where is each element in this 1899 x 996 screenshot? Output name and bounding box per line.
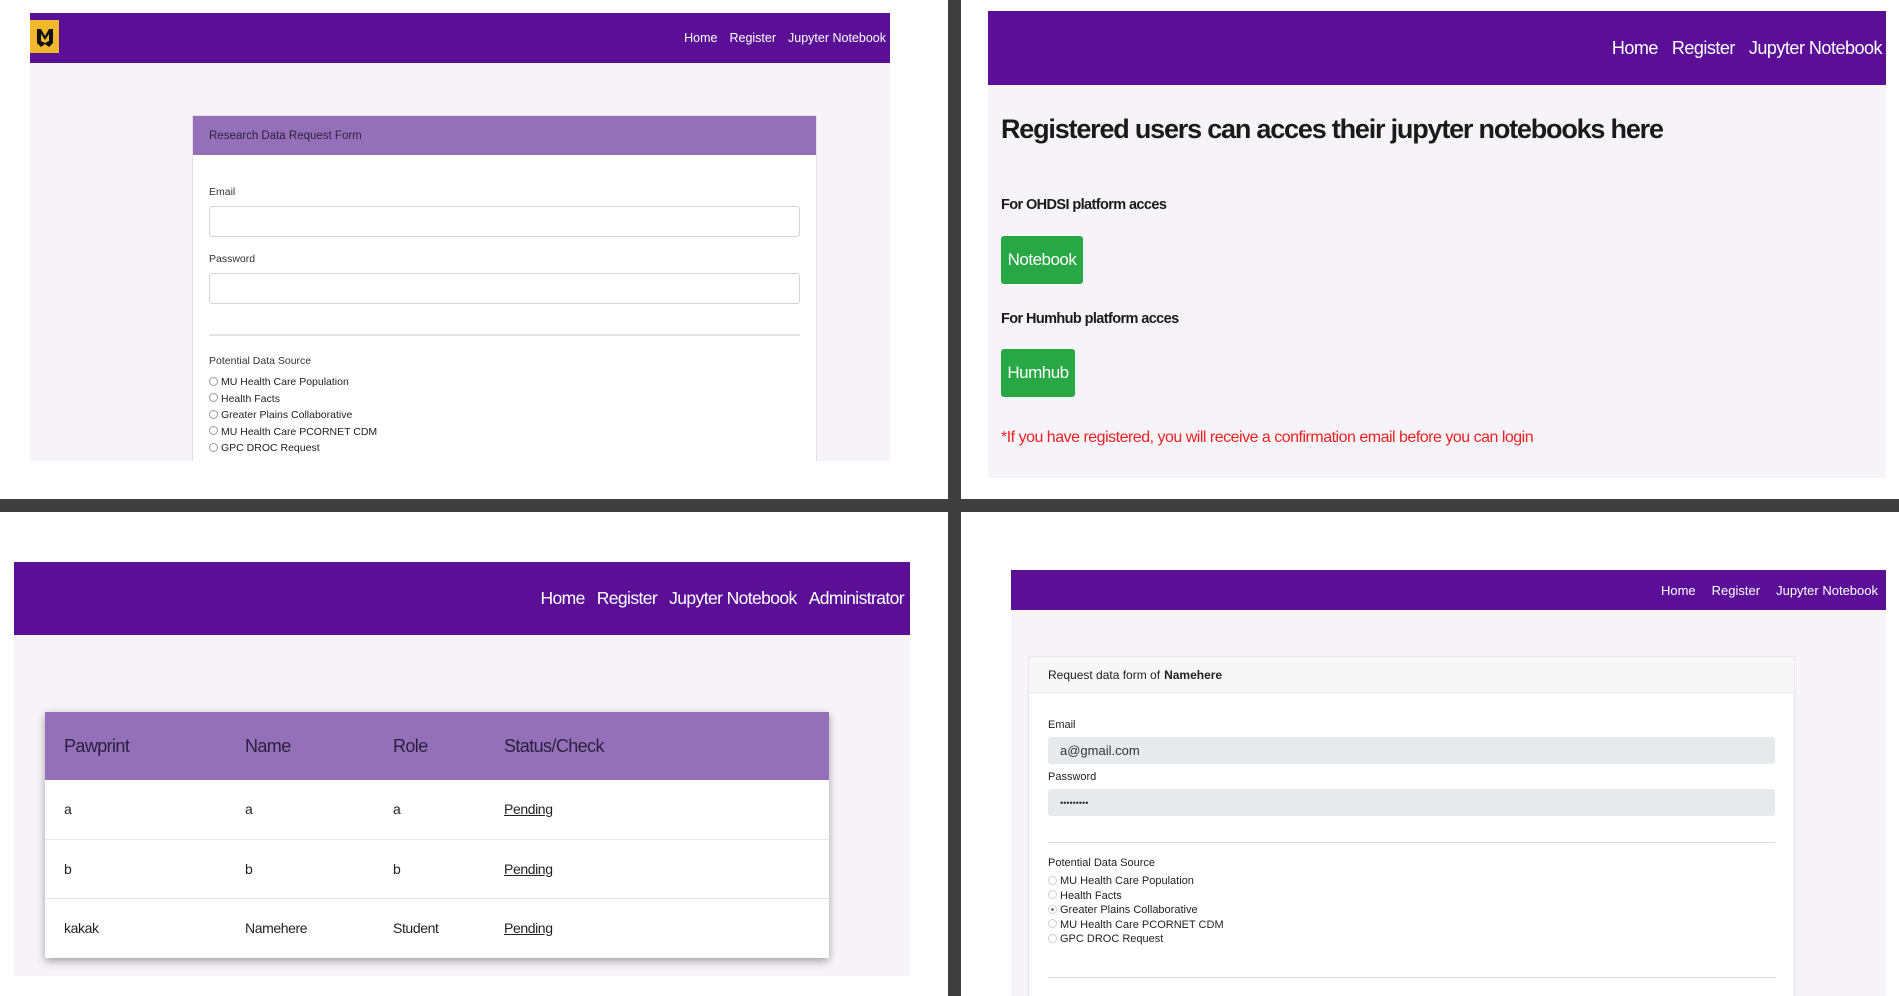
source-options: MU Health Care Population Health Facts G… <box>209 374 800 457</box>
navbar: Home Register Jupyter Notebook <box>988 11 1886 85</box>
humhub-label: For Humhub platform acces <box>1001 311 1179 327</box>
column-header-status[interactable]: Status/Check <box>504 712 829 780</box>
cell-role: Student <box>393 919 439 936</box>
cell-name: Namehere <box>245 919 308 936</box>
nav-home[interactable]: Home <box>684 31 717 45</box>
card-header: Research Data Request Form <box>193 116 816 155</box>
email-field[interactable]: a@gmail.com <box>1048 737 1775 764</box>
email-label: Email <box>209 186 236 198</box>
status-pending-link[interactable]: Pending <box>504 861 553 877</box>
panel-research-form: Home Register Jupyter Notebook Research … <box>30 13 890 461</box>
source-label: Potential Data Source <box>1048 857 1156 869</box>
nav-register[interactable]: Register <box>597 588 658 609</box>
panel-admin-users: Home Register Jupyter Notebook Administr… <box>14 562 910 976</box>
source-option[interactable]: MU Health Care Population <box>209 374 800 391</box>
section-divider <box>209 334 800 336</box>
cell-pawprint: a <box>64 801 72 818</box>
source-label: Potential Data Source <box>209 355 312 367</box>
nav-administrator[interactable]: Administrator <box>809 588 905 609</box>
nav-home[interactable]: Home <box>540 588 585 609</box>
card-header: Request data form of Namehere <box>1029 657 1794 693</box>
radio-icon[interactable] <box>1048 890 1057 900</box>
column-header-role[interactable]: Role <box>393 712 504 780</box>
navbar: Home Register Jupyter Notebook <box>1011 570 1886 610</box>
navbar: Home Register Jupyter Notebook <box>30 13 890 63</box>
ohdsi-label: For OHDSI platform acces <box>1001 197 1167 213</box>
request-form-card: Request data form of Namehere Email a@gm… <box>1028 656 1795 996</box>
vertical-divider <box>948 0 961 996</box>
confirmation-notice: *If you have registered, you will receiv… <box>1001 429 1534 446</box>
users-table-card: Pawprint Name Role Status/Check a a a Pe… <box>45 712 829 958</box>
radio-icon[interactable] <box>209 442 218 452</box>
table-row: b b b Pending <box>45 839 829 898</box>
source-option[interactable]: Greater Plains Collaborative <box>209 407 800 424</box>
radio-icon[interactable] <box>1048 933 1057 943</box>
source-option[interactable]: Health Facts <box>1048 889 1775 904</box>
cell-role: a <box>393 801 401 818</box>
radio-icon[interactable] <box>209 426 218 436</box>
source-options: MU Health Care Population Health Facts G… <box>1048 874 1775 947</box>
source-option[interactable]: MU Health Care Population <box>1048 874 1775 889</box>
nav-jupyter-notebook[interactable]: Jupyter Notebook <box>788 31 886 45</box>
humhub-button[interactable]: Humhub <box>1001 349 1075 397</box>
source-option[interactable]: MU Health Care PCORNET CDM <box>209 424 800 441</box>
radio-checked-icon[interactable] <box>1048 904 1057 914</box>
cell-pawprint: kakak <box>64 919 99 936</box>
nav-jupyter-notebook[interactable]: Jupyter Notebook <box>1776 583 1878 598</box>
email-field[interactable] <box>209 206 800 237</box>
form-title: Research Data Request Form <box>209 129 362 142</box>
table-row: a a a Pending <box>45 780 829 839</box>
column-header-pawprint[interactable]: Pawprint <box>45 712 245 780</box>
source-option[interactable]: Health Facts <box>209 391 800 408</box>
cell-pawprint: b <box>64 860 72 877</box>
mu-tiger-logo-icon[interactable] <box>30 20 59 53</box>
email-value: a@gmail.com <box>1060 743 1140 758</box>
panel-jupyter-access: Home Register Jupyter Notebook Registere… <box>988 11 1886 478</box>
source-option[interactable]: MU Health Care PCORNET CDM <box>1048 918 1775 933</box>
radio-icon[interactable] <box>1048 919 1057 929</box>
nav-home[interactable]: Home <box>1612 38 1659 59</box>
password-label: Password <box>1048 771 1097 783</box>
password-label: Password <box>209 253 256 265</box>
panel-request-form-filled: Home Register Jupyter Notebook Request d… <box>1011 570 1886 996</box>
section-divider <box>1048 842 1775 843</box>
radio-icon[interactable] <box>209 376 218 386</box>
form-title-prefix: Request data form of <box>1048 667 1161 682</box>
radio-icon[interactable] <box>209 409 218 419</box>
horizontal-divider <box>0 499 1899 512</box>
cell-name: b <box>245 860 253 877</box>
email-label: Email <box>1048 719 1076 731</box>
radio-icon[interactable] <box>1048 875 1057 885</box>
nav-jupyter-notebook[interactable]: Jupyter Notebook <box>669 588 797 609</box>
cell-role: b <box>393 860 401 877</box>
cell-name: a <box>245 801 253 818</box>
research-form-card: Research Data Request Form Email Passwor… <box>192 115 817 461</box>
table-header-row: Pawprint Name Role Status/Check <box>45 712 829 780</box>
source-option[interactable]: GPC DROC Request <box>209 440 800 457</box>
source-option[interactable]: Greater Plains Collaborative <box>1048 903 1775 918</box>
form-title-name: Namehere <box>1164 667 1223 682</box>
nav-home[interactable]: Home <box>1661 583 1696 598</box>
section-divider-bottom <box>1048 976 1775 978</box>
password-value: ••••••••• <box>1060 797 1089 808</box>
column-header-name[interactable]: Name <box>245 712 393 780</box>
password-field[interactable] <box>209 273 800 304</box>
notebook-button[interactable]: Notebook <box>1001 236 1083 284</box>
radio-icon[interactable] <box>209 393 218 403</box>
status-pending-link[interactable]: Pending <box>504 920 553 936</box>
source-option[interactable]: GPC DROC Request <box>1048 932 1775 947</box>
status-pending-link[interactable]: Pending <box>504 801 553 817</box>
nav-jupyter-notebook[interactable]: Jupyter Notebook <box>1749 38 1883 59</box>
table-row: kakak Namehere Student Pending <box>45 898 829 957</box>
page-heading: Registered users can acces their jupyter… <box>1001 114 1664 144</box>
nav-register[interactable]: Register <box>729 31 776 45</box>
users-table: Pawprint Name Role Status/Check a a a Pe… <box>45 712 829 957</box>
password-field[interactable]: ••••••••• <box>1048 789 1775 816</box>
nav-register[interactable]: Register <box>1672 38 1736 59</box>
nav-register[interactable]: Register <box>1712 583 1760 598</box>
navbar: Home Register Jupyter Notebook Administr… <box>14 562 910 635</box>
